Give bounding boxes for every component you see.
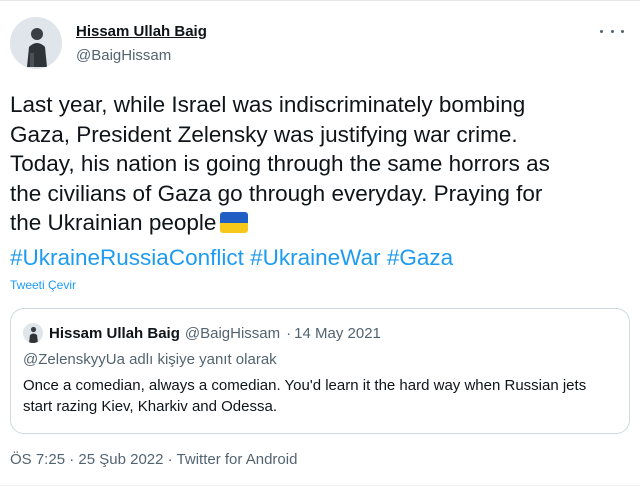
dot [600,29,603,33]
ukraine-flag-icon [220,212,249,234]
tweet-source[interactable]: Twitter for Android [177,451,298,468]
hashtag-gaza[interactable]: #Gaza [387,245,453,270]
author-avatar[interactable] [10,17,62,69]
separator-dot: · [69,451,75,468]
hashtag-ukrainewar[interactable]: #UkraineWar [250,245,380,270]
quoted-tweet-date: 14 May 2021 [294,324,381,342]
reply-context: @ZelenskyyUa adlı kişiye yanıt olarak [23,351,277,368]
dot [610,29,614,33]
tweet-time[interactable]: ÖS 7:25 [10,451,65,468]
top-divider [0,0,640,1]
quoted-author-name: Hissam Ullah Baig [49,324,180,342]
tweet-metadata: ÖS 7:25 · 25 Şub 2022 · Twitter for Andr… [10,451,297,468]
tweet-date[interactable]: 25 Şub 2022 [78,451,163,468]
author-handle[interactable]: @BaigHissam [76,47,171,64]
quoted-author-avatar [23,323,43,343]
hashtag-row: #UkraineRussiaConflict #UkraineWar #Gaza [10,243,453,272]
avatar-photo [10,17,62,69]
more-options-icon[interactable] [600,23,624,39]
avatar-photo [23,323,43,343]
tweet-header: Hissam Ullah Baig @BaigHissam [10,17,630,73]
quoted-tweet-text: Once a comedian, always a comedian. You'… [23,377,587,415]
tweet-text: Last year, while Israel was indiscrimina… [10,92,550,236]
quoted-author-handle: @BaigHissam [184,324,281,342]
tweet-body: Last year, while Israel was indiscrimina… [10,90,630,238]
bottom-divider [0,485,640,486]
separator-dot: · [167,451,173,468]
hashtag-ukrainerussiaconflict[interactable]: #UkraineRussiaConflict [10,245,244,270]
quoted-tweet[interactable]: Hissam Ullah Baig @BaigHissam · 14 May 2… [10,308,630,434]
translate-tweet-link[interactable]: Tweeti Çevir [10,278,76,292]
quoted-tweet-header: Hissam Ullah Baig @BaigHissam · 14 May 2… [23,322,381,344]
author-name[interactable]: Hissam Ullah Baig [76,23,207,40]
dot [621,29,624,33]
separator-dot: · [286,324,292,342]
